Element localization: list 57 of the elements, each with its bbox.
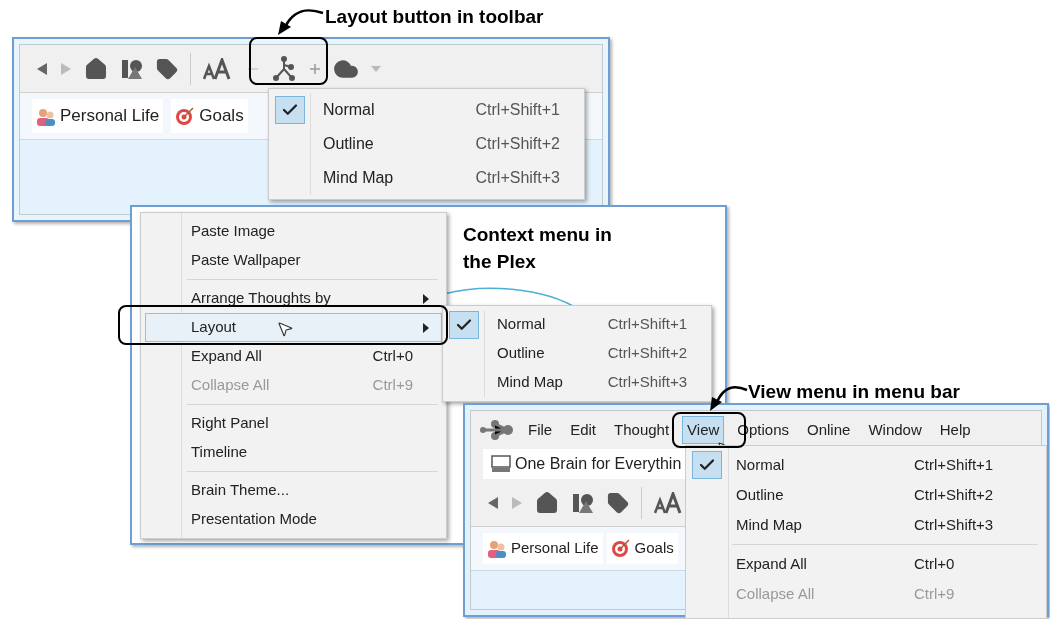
menu-bar-item[interactable]: Window <box>863 415 927 445</box>
home-icon[interactable] <box>84 56 108 81</box>
menu-item[interactable]: Arrange Thoughts by <box>145 284 442 313</box>
menu-item-label: Normal <box>496 314 547 335</box>
menu-item[interactable]: Mind Map Ctrl+Shift+3 <box>443 368 711 397</box>
menu-item-label: Normal <box>322 100 376 120</box>
menu-item[interactable]: Expand All Ctrl+0 <box>686 549 1046 579</box>
shortcut-text: Ctrl+Shift+1 <box>607 314 688 335</box>
menu-item-label: Mind Map <box>496 372 564 393</box>
menu-bar-item[interactable]: Online <box>802 415 856 445</box>
thought-tab[interactable]: Personal Life <box>483 533 603 564</box>
thought-tab[interactable]: Goals <box>606 533 678 564</box>
menu-bar-item[interactable]: Edit <box>565 415 602 445</box>
layout-icon[interactable] <box>271 55 297 82</box>
menu-item[interactable]: Mind Map Ctrl+Shift+3 <box>686 510 1046 540</box>
thought-tab[interactable]: Personal Life <box>32 99 164 133</box>
callout-text: Layout button in toolbar <box>325 5 544 29</box>
menu-item[interactable]: Outline Ctrl+Shift+2 <box>269 127 584 161</box>
menu-item-label: Outline <box>496 343 546 364</box>
menu-bar-item[interactable]: Thought <box>609 415 675 445</box>
menu-item[interactable]: Right Panel <box>145 409 442 438</box>
menu-item[interactable]: Layout <box>145 313 442 342</box>
target-icon <box>175 105 196 126</box>
submenu-arrow-icon <box>423 322 429 333</box>
submenu-arrow-icon <box>423 293 429 304</box>
menu-bar-item[interactable]: View <box>682 415 725 445</box>
menu-item[interactable]: Timeline <box>145 438 442 467</box>
menu-item-label: Outline <box>322 134 375 154</box>
menu-item[interactable]: Outline Ctrl+Shift+2 <box>686 480 1046 510</box>
computer-icon <box>491 455 511 473</box>
menu-item[interactable]: Brain Theme... <box>145 476 442 505</box>
menu-bar-item[interactable]: File <box>523 415 558 445</box>
shortcut-text: Ctrl+Shift+1 <box>475 100 561 120</box>
shortcut-text: Ctrl+Shift+2 <box>607 343 688 364</box>
callout-text: View menu in menu bar <box>748 380 960 404</box>
shortcut-text: Ctrl+Shift+3 <box>475 168 561 188</box>
tag-icon[interactable] <box>607 491 629 514</box>
shortcut-text: Ctrl+Shift+2 <box>475 134 561 154</box>
menu-item[interactable]: Paste Image <box>145 217 442 246</box>
shortcut-text: Ctrl+Shift+3 <box>607 372 688 393</box>
target-icon <box>610 538 631 559</box>
menu-item[interactable]: Paste Wallpaper <box>145 246 442 275</box>
home-icon[interactable] <box>535 490 559 515</box>
menu-item[interactable]: Mind Map Ctrl+Shift+3 <box>269 161 584 195</box>
mouse-cursor-icon <box>276 320 294 338</box>
menu-item[interactable]: Presentation Mode <box>145 505 442 534</box>
thought-tab[interactable]: Goals <box>171 99 248 133</box>
app-logo-icon <box>479 419 515 441</box>
menu-item[interactable]: Outline Ctrl+Shift+2 <box>443 339 711 368</box>
menu-item-label: Mind Map <box>322 168 395 188</box>
back-arrow-icon[interactable] <box>36 61 48 76</box>
menu-item[interactable]: Expand All Ctrl+0 <box>145 342 442 371</box>
menu-item[interactable]: Normal Ctrl+Shift+1 <box>269 93 584 127</box>
people-icon <box>487 538 507 559</box>
tag-icon[interactable] <box>156 57 178 80</box>
back-arrow-icon[interactable] <box>487 495 499 510</box>
menu-bar-item[interactable]: Help <box>934 415 976 445</box>
